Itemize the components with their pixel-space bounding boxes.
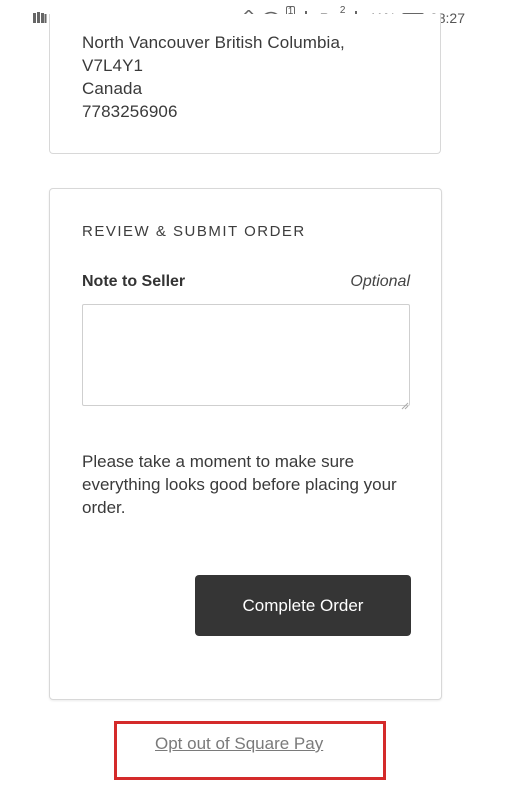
address-country: Canada — [82, 79, 143, 98]
opt-out-square-pay-link[interactable]: Opt out of Square Pay — [155, 734, 323, 754]
address-city-province: North Vancouver British Columbia, — [82, 33, 345, 52]
note-to-seller-input[interactable] — [82, 304, 410, 406]
address-phone: 7783256906 — [82, 102, 178, 121]
optional-label: Optional — [350, 273, 410, 290]
complete-order-button[interactable]: Complete Order — [195, 575, 411, 636]
review-submit-card: REVIEW & SUBMIT ORDER Note to Seller Opt… — [49, 188, 442, 700]
section-heading: REVIEW & SUBMIT ORDER — [82, 223, 306, 240]
notification-book-icon — [33, 11, 47, 23]
review-instructions: Please take a moment to make sure everyt… — [82, 452, 397, 517]
resize-grip-icon[interactable] — [401, 397, 409, 410]
address-postal-code: V7L4Y1 — [82, 56, 144, 75]
note-to-seller-label: Note to Seller — [82, 273, 186, 290]
shipping-address-card: North Vancouver British Columbia, V7L4Y1… — [49, 14, 441, 154]
